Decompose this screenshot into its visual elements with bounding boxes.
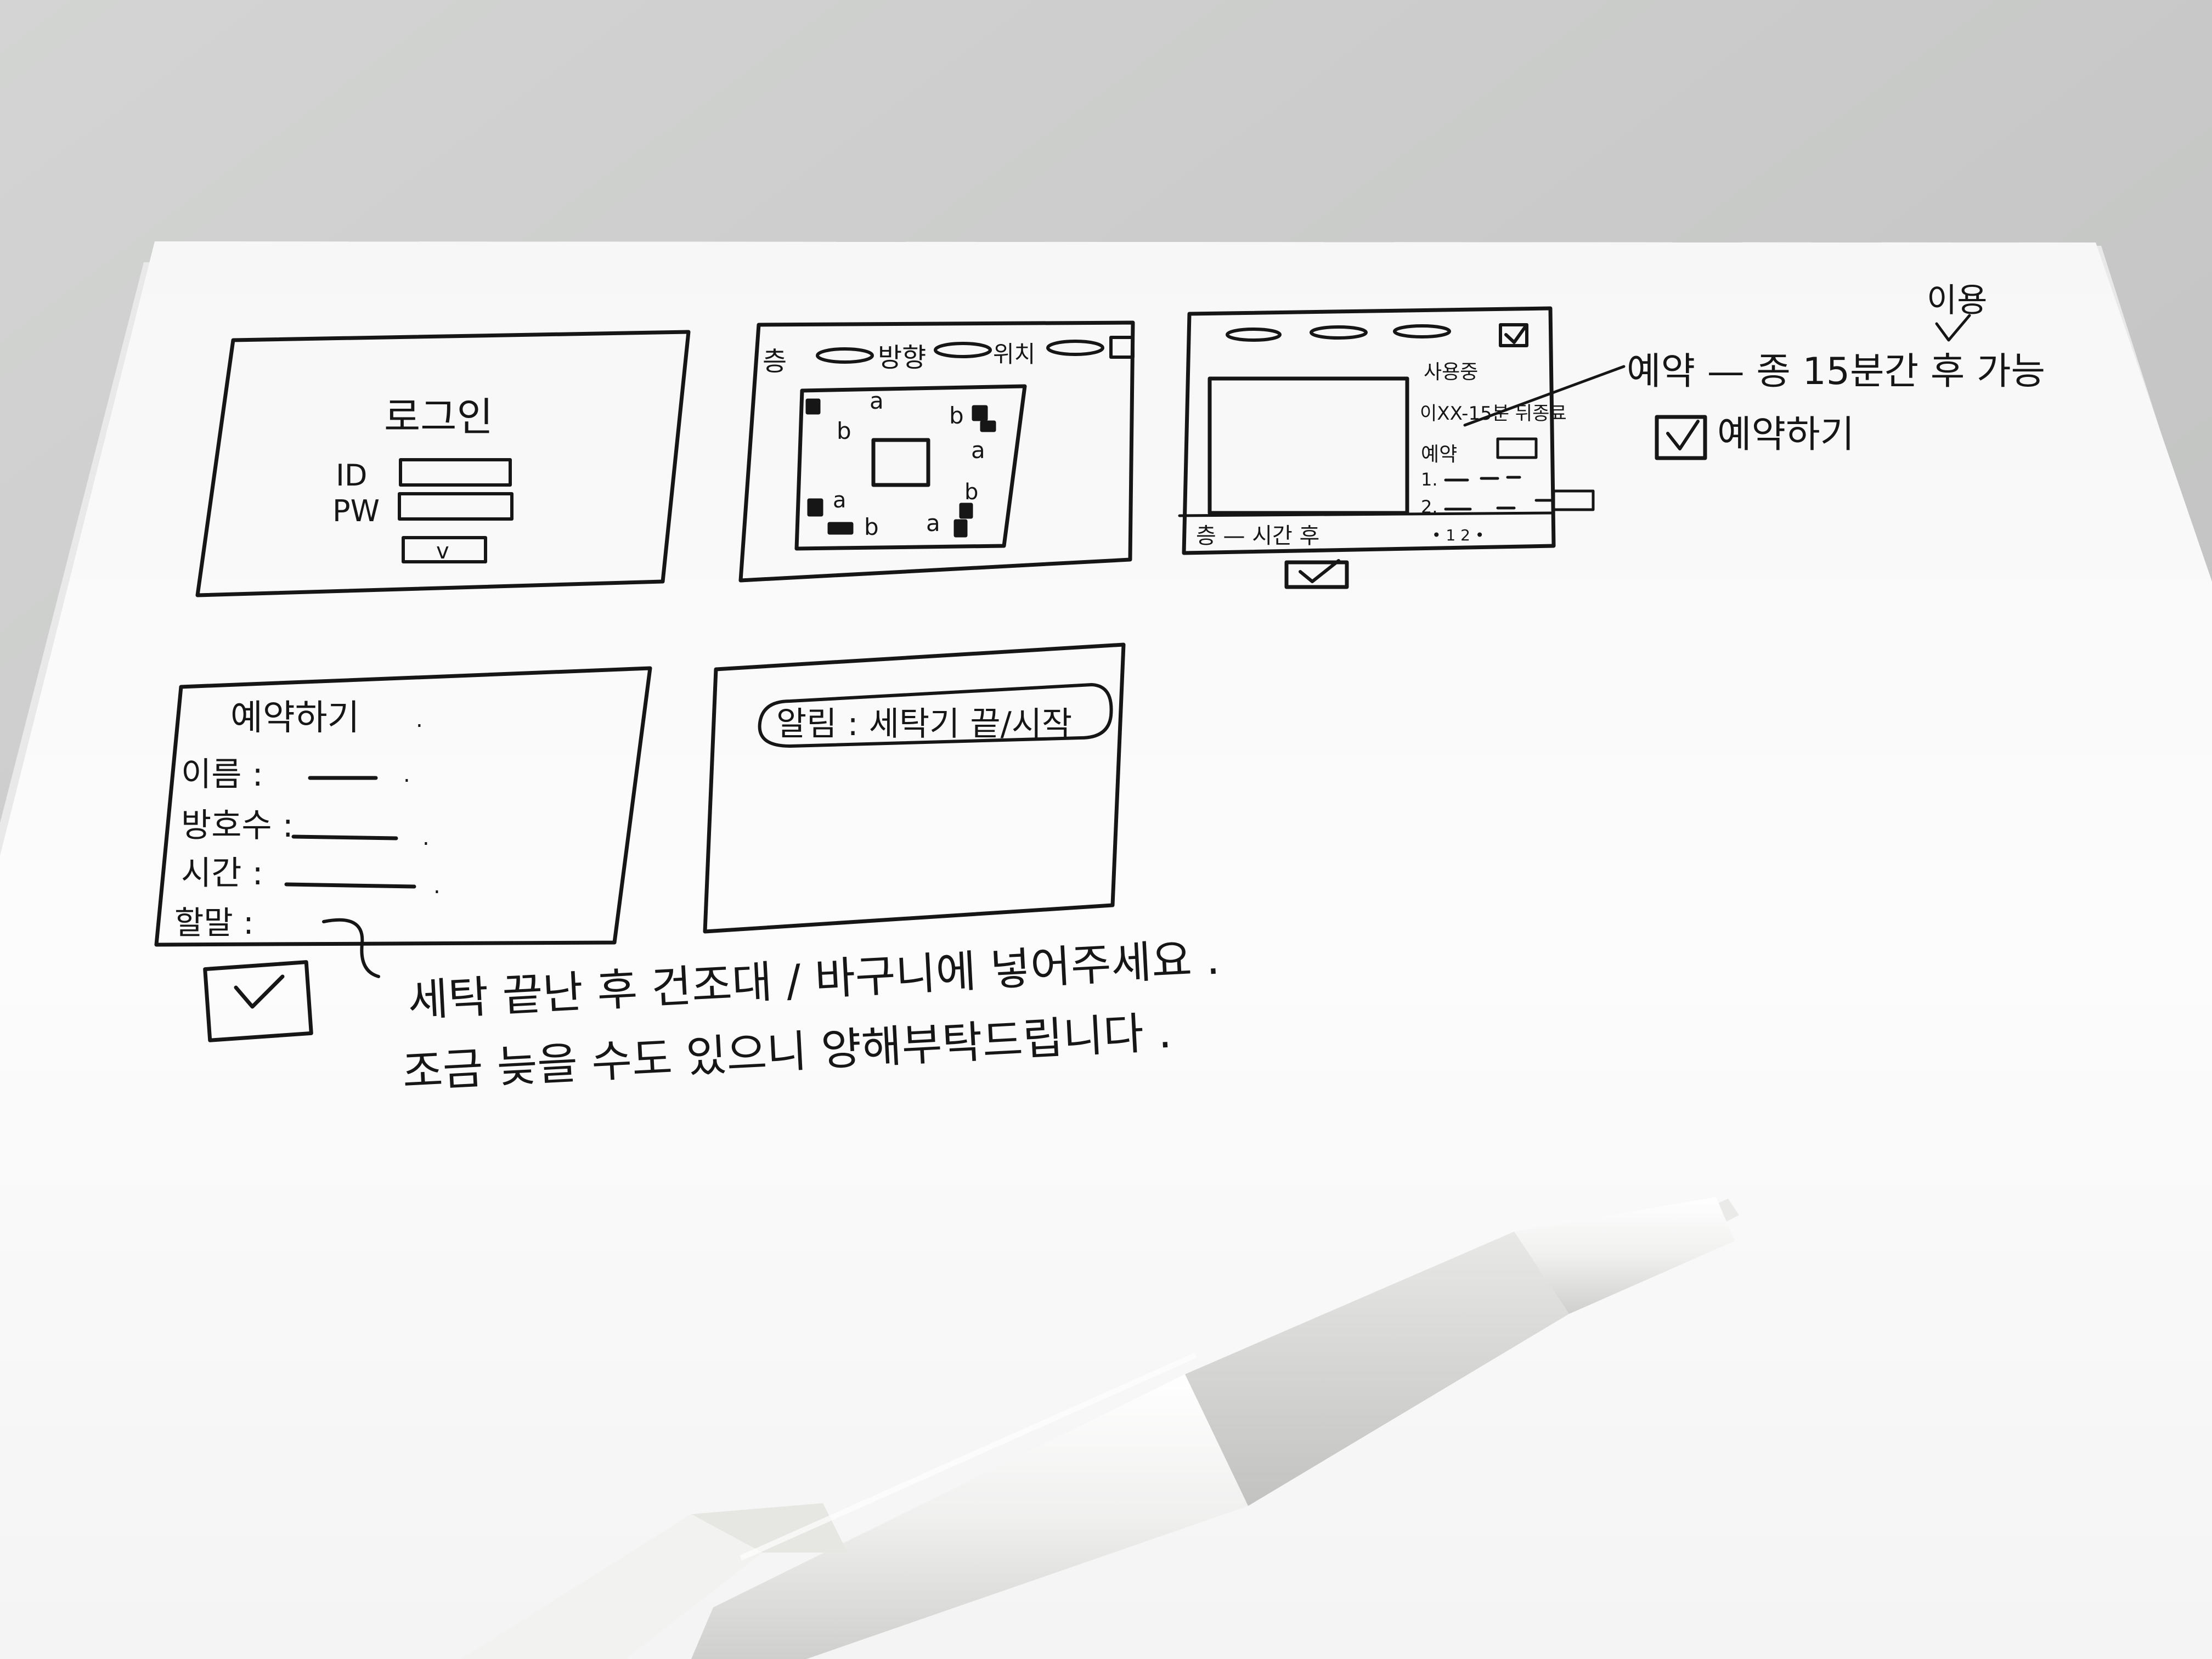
note-insert-word: 이용: [1927, 281, 1987, 320]
map-marker: b: [864, 514, 879, 540]
form-field-label: 할말 :: [174, 904, 254, 941]
svg-text:.: .: [403, 762, 410, 787]
map-marker: a: [971, 437, 985, 464]
pw-label: PW: [332, 494, 380, 528]
note-button-label: 예약하기: [1717, 413, 1854, 456]
map-marker: b: [964, 479, 978, 505]
note-line: 예약 — 종 15분간 후 가능: [1627, 350, 2045, 393]
svg-text:.: .: [433, 873, 441, 899]
map-marker: b: [949, 402, 964, 429]
form-title: 예약하기: [230, 698, 360, 738]
notice-pill-text: 알림 : 세탁기 끝/시작: [776, 705, 1072, 743]
form-field-label: 방호수 :: [181, 806, 294, 845]
id-label: ID: [336, 458, 368, 493]
status-side-line: 1.: [1421, 469, 1438, 490]
map-marker: b: [837, 417, 851, 444]
status-side-line: 사용중: [1424, 361, 1478, 383]
status-side-line: 예약: [1421, 443, 1457, 466]
map-marker: a: [870, 387, 884, 414]
login-title: 로그인: [384, 394, 493, 440]
login-submit-mark: v: [436, 539, 449, 564]
svg-text:.: .: [422, 825, 430, 850]
status-pager: • 1 2 •: [1432, 526, 1484, 544]
map-header-direction: 방향: [878, 342, 926, 373]
svg-text:.: .: [416, 707, 423, 732]
map-header-floor: 층: [763, 346, 787, 377]
status-footer: 층 — 시간 후: [1196, 523, 1319, 549]
map-marker: a: [833, 488, 847, 513]
map-marker: a: [926, 510, 940, 537]
map-header-location: 위치: [993, 341, 1035, 368]
photo-scene: 로그인 ID PW v 층 방향 위치 a b b a a b b a 사용중 …: [0, 0, 2212, 1659]
form-field-label: 이름 :: [181, 755, 263, 794]
form-field-label: 시간 :: [181, 854, 263, 893]
